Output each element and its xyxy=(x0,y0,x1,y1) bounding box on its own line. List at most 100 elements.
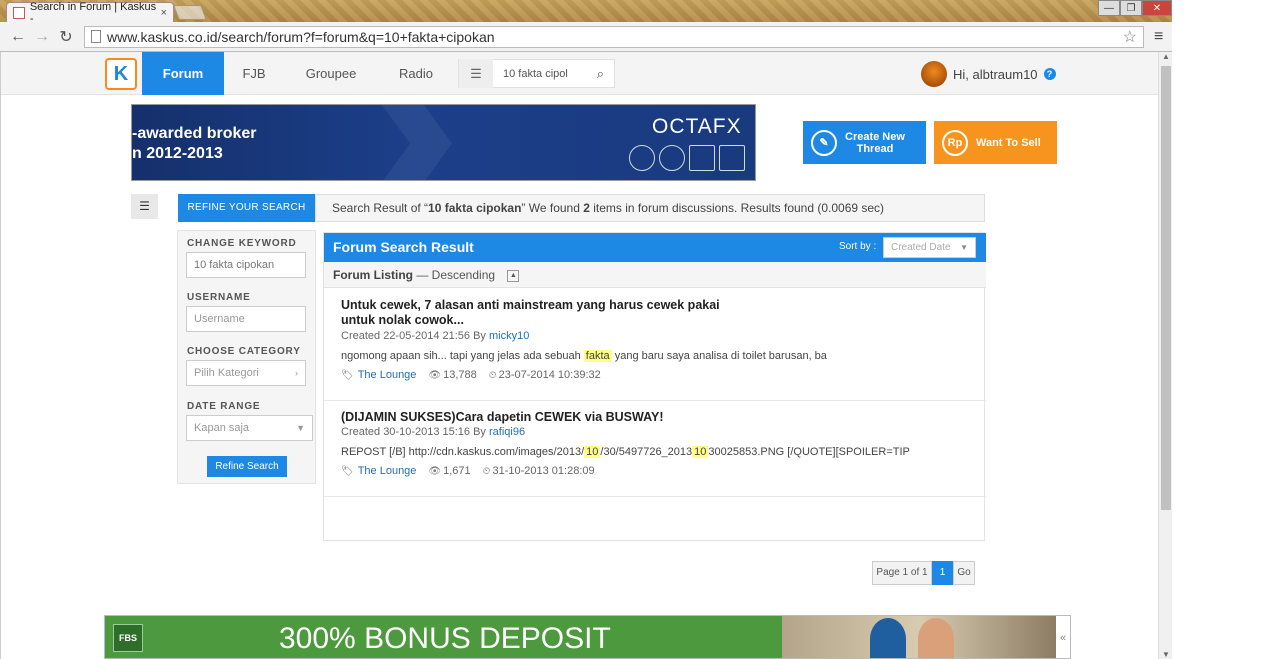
header-search: ☰ 10 fakta cipol ⌕ xyxy=(458,59,615,88)
thread-title-line1[interactable]: Untuk cewek, 7 alasan anti mainstream ya… xyxy=(341,298,720,312)
award-seal-icon xyxy=(689,145,715,171)
nav-tab-forum[interactable]: Forum xyxy=(142,52,224,95)
thread-snippet: ngomong apaan sih... tapi yang jelas ada… xyxy=(341,350,827,362)
list-item: Untuk cewek, 7 alasan anti mainstream ya… xyxy=(324,289,986,401)
octafx-banner-ad[interactable]: -awarded broker n 2012-2013 OCTAFX xyxy=(131,104,756,181)
result-summary-mid: ” We found xyxy=(521,201,584,215)
clock-icon: ⏲ xyxy=(488,369,497,381)
result-summary-prefix: Search Result of “ xyxy=(332,201,429,215)
new-tab-button[interactable] xyxy=(173,5,207,20)
sort-by-label: Sort by : xyxy=(839,241,877,252)
category-link[interactable]: The Lounge xyxy=(358,369,417,381)
thread-snippet: REPOST [/B] http://cdn.kaskus.com/images… xyxy=(341,446,910,458)
address-toolbar: ← → ↻ www.kaskus.co.id/search/forum?f=fo… xyxy=(0,22,1172,52)
user-greeting[interactable]: Hi, albtraum10 xyxy=(953,67,1038,82)
scroll-down-arrow-icon[interactable]: ▼ xyxy=(1159,650,1172,659)
banner-award-seals xyxy=(629,145,745,171)
thread-title-line2[interactable]: untuk nolak cowok... xyxy=(341,313,464,327)
kaskus-logo[interactable]: K xyxy=(105,58,137,90)
pencil-icon: ✎ xyxy=(811,129,837,156)
url-text[interactable]: www.kaskus.co.id/search/forum?f=forum&q=… xyxy=(107,29,495,45)
header-search-input[interactable]: 10 fakta cipol xyxy=(493,68,585,80)
want-to-sell-label: Want To Sell xyxy=(976,136,1041,149)
scrollbar-thumb[interactable] xyxy=(1161,66,1171,510)
user-menu[interactable]: Hi, albtraum10 ? xyxy=(921,60,1056,88)
view-count: 1,671 xyxy=(443,465,471,477)
refine-search-header[interactable]: REFINE YOUR SEARCH xyxy=(178,194,315,222)
award-seal-icon xyxy=(629,145,655,171)
bookmark-star-icon[interactable]: ☆ xyxy=(1123,27,1137,47)
help-icon[interactable]: ? xyxy=(1043,68,1056,80)
snippet-text: /30/5497726_2013 xyxy=(600,446,693,458)
sort-select-value: Created Date xyxy=(891,242,951,253)
date-range-select[interactable]: Kapan saja ▼ xyxy=(186,415,313,441)
browser-tab[interactable]: Search in Forum | Kaskus - × xyxy=(6,1,174,25)
category-link[interactable]: The Lounge xyxy=(358,465,417,477)
bottom-banner-ad[interactable]: FBS 300% BONUS DEPOSIT « xyxy=(104,615,1071,659)
thread-footer: 🏷 The Lounge 👁 1,671 ⏲ 31-10-2013 01:28:… xyxy=(341,465,595,477)
date-range-value: Kapan saja xyxy=(194,422,250,434)
thread-title[interactable]: (DIJAMIN SUKSES)Cara dapetin CEWEK via B… xyxy=(341,410,664,425)
thread-meta: Created 22-05-2014 21:56 By micky10 xyxy=(341,330,529,342)
avatar[interactable] xyxy=(921,61,947,87)
username-label: USERNAME xyxy=(187,292,251,303)
tag-icon: 🏷 xyxy=(341,465,354,477)
thread-created: Created 30-10-2013 15:16 By xyxy=(341,426,489,438)
thread-meta: Created 30-10-2013 15:16 By rafiqi96 xyxy=(341,426,525,438)
search-icon[interactable]: ⌕ xyxy=(597,66,604,82)
create-thread-label-line1: Create New xyxy=(845,130,905,143)
browser-menu-icon[interactable]: ≡ xyxy=(1154,28,1163,46)
thread-created: Created 22-05-2014 21:56 By xyxy=(341,330,489,342)
collapse-ad-icon[interactable]: « xyxy=(1056,616,1070,658)
close-window-button[interactable]: ✕ xyxy=(1142,0,1172,16)
page-1-button[interactable]: 1 xyxy=(932,561,953,585)
thread-footer: 🏷 The Lounge 👁 13,788 ⏲ 23-07-2014 10:39… xyxy=(341,369,601,381)
page-viewport: K Forum FJB Groupee Radio ☰ 10 fakta cip… xyxy=(0,52,1172,659)
list-menu-icon[interactable]: ☰ xyxy=(459,59,493,88)
bonus-deposit-text: 300% BONUS DEPOSIT xyxy=(279,622,611,655)
nav-tab-groupee[interactable]: Groupee xyxy=(293,52,369,95)
want-to-sell-button[interactable]: Rp Want To Sell xyxy=(934,121,1057,164)
nav-tab-fjb[interactable]: FJB xyxy=(231,52,277,95)
keyword-input[interactable]: 10 fakta cipokan xyxy=(186,252,306,278)
forward-arrow-icon[interactable]: → xyxy=(30,28,54,46)
view-count: 13,788 xyxy=(443,369,477,381)
ad-photo-person xyxy=(918,618,954,658)
create-new-thread-button[interactable]: ✎ Create New Thread xyxy=(803,121,926,164)
snippet-text: ngomong apaan sih... tapi yang jelas ada… xyxy=(341,350,584,362)
refine-search-button[interactable]: Refine Search xyxy=(207,456,287,477)
page-go-button[interactable]: Go xyxy=(953,561,975,585)
chevron-down-icon: ▼ xyxy=(296,423,305,433)
maximize-button[interactable]: ❐ xyxy=(1120,0,1142,16)
page-icon xyxy=(91,30,101,43)
reload-icon[interactable]: ↻ xyxy=(54,27,78,47)
vertical-scrollbar[interactable]: ▲ ▼ xyxy=(1158,52,1172,659)
ad-photo xyxy=(782,616,1058,658)
minimize-button[interactable]: — xyxy=(1098,0,1120,16)
snippet-highlight: fakta xyxy=(583,350,612,362)
page-info: Page 1 of 1 xyxy=(872,561,932,585)
panel-header: Forum Search Result Sort by : Created Da… xyxy=(324,233,986,262)
category-select[interactable]: Pilih Kategori › xyxy=(186,360,306,386)
back-arrow-icon[interactable]: ← xyxy=(6,28,30,46)
browser-window: Search in Forum | Kaskus - × — ❐ ✕ ← → ↻… xyxy=(0,0,1172,659)
chevron-down-icon: ▼ xyxy=(960,243,968,252)
thread-author-link[interactable]: rafiqi96 xyxy=(489,426,525,438)
forum-search-result-panel: Forum Search Result Sort by : Created Da… xyxy=(323,232,986,585)
result-summary-suffix: items in forum discussions. Results foun… xyxy=(589,201,885,215)
snippet-highlight: 10 xyxy=(692,446,709,458)
tab-close-icon[interactable]: × xyxy=(161,7,167,19)
pagination: Page 1 of 1 1 Go xyxy=(872,561,975,585)
address-bar[interactable]: www.kaskus.co.id/search/forum?f=forum&q=… xyxy=(84,25,1144,48)
collapse-icon[interactable]: ▲ xyxy=(507,269,520,282)
scroll-up-arrow-icon[interactable]: ▲ xyxy=(1159,52,1172,61)
thread-author-link[interactable]: micky10 xyxy=(489,330,529,342)
sort-select[interactable]: Created Date ▼ xyxy=(883,237,976,258)
change-keyword-label: CHANGE KEYWORD xyxy=(187,238,297,249)
award-seal-icon xyxy=(659,145,685,171)
toggle-sidebar-icon[interactable]: ☰ xyxy=(131,194,158,219)
username-input[interactable]: Username xyxy=(186,306,306,332)
thread-title[interactable]: Untuk cewek, 7 alasan anti mainstream ya… xyxy=(341,298,720,328)
result-summary-count: 2 xyxy=(583,201,590,215)
nav-tab-radio[interactable]: Radio xyxy=(387,52,445,95)
